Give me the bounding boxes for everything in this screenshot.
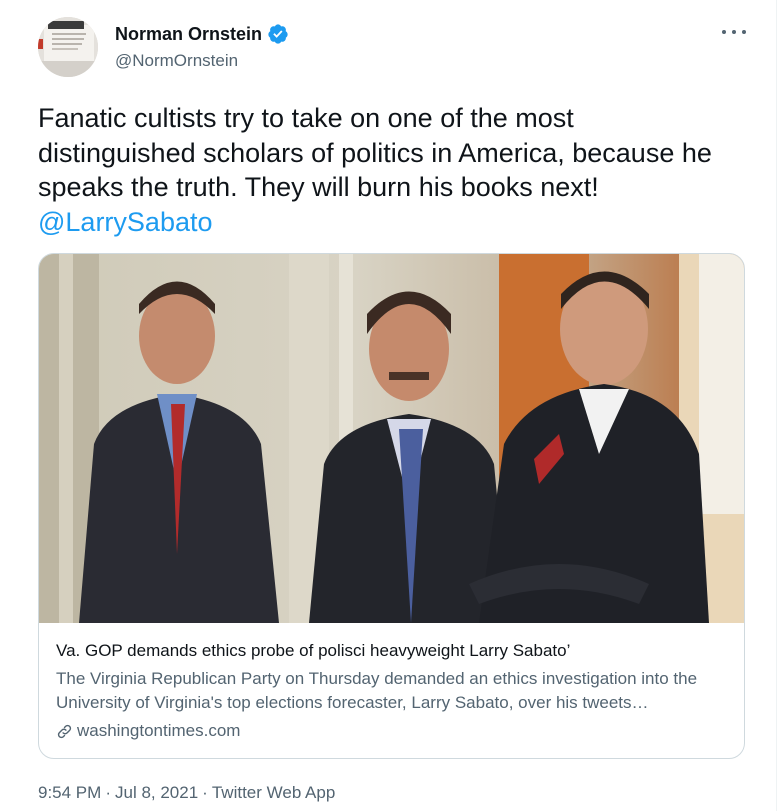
meta-separator: · — [105, 783, 111, 802]
author-handle[interactable]: @NormOrnstein — [115, 51, 238, 71]
author-name-row: Norman Ornstein — [115, 23, 289, 45]
tweet-time[interactable]: 9:54 PM — [38, 783, 101, 803]
tweet-date[interactable]: Jul 8, 2021 — [115, 783, 198, 803]
avatar[interactable] — [38, 17, 98, 77]
verified-badge-icon — [267, 23, 289, 45]
link-icon — [56, 723, 73, 740]
card-domain-row: washingtontimes.com — [56, 720, 736, 742]
tweet-meta: 9:54 PM · Jul 8, 2021 · Twitter Web App — [38, 783, 335, 803]
link-card[interactable]: Va. GOP demands ethics probe of polisci … — [38, 253, 745, 759]
mention-link[interactable]: @LarrySabato — [38, 207, 213, 237]
card-title: Va. GOP demands ethics probe of polisci … — [56, 641, 571, 660]
card-image — [39, 254, 744, 623]
more-dot — [722, 30, 726, 34]
author-display-name[interactable]: Norman Ornstein — [115, 24, 262, 45]
more-dot — [732, 30, 736, 34]
card-description: The Virginia Republican Party on Thursda… — [56, 669, 698, 712]
meta-separator: · — [202, 783, 208, 802]
card-body: Va. GOP demands ethics probe of polisci … — [56, 640, 736, 742]
card-domain: washingtontimes.com — [77, 721, 241, 740]
tweet-body: Fanatic cultists try to take on one of t… — [38, 103, 712, 202]
more-options-icon[interactable] — [722, 22, 746, 42]
tweet-source[interactable]: Twitter Web App — [212, 783, 335, 803]
tweet-text: Fanatic cultists try to take on one of t… — [38, 101, 738, 239]
more-dot — [742, 30, 746, 34]
tweet: Norman Ornstein @NormOrnstein Fanatic cu… — [0, 0, 777, 811]
